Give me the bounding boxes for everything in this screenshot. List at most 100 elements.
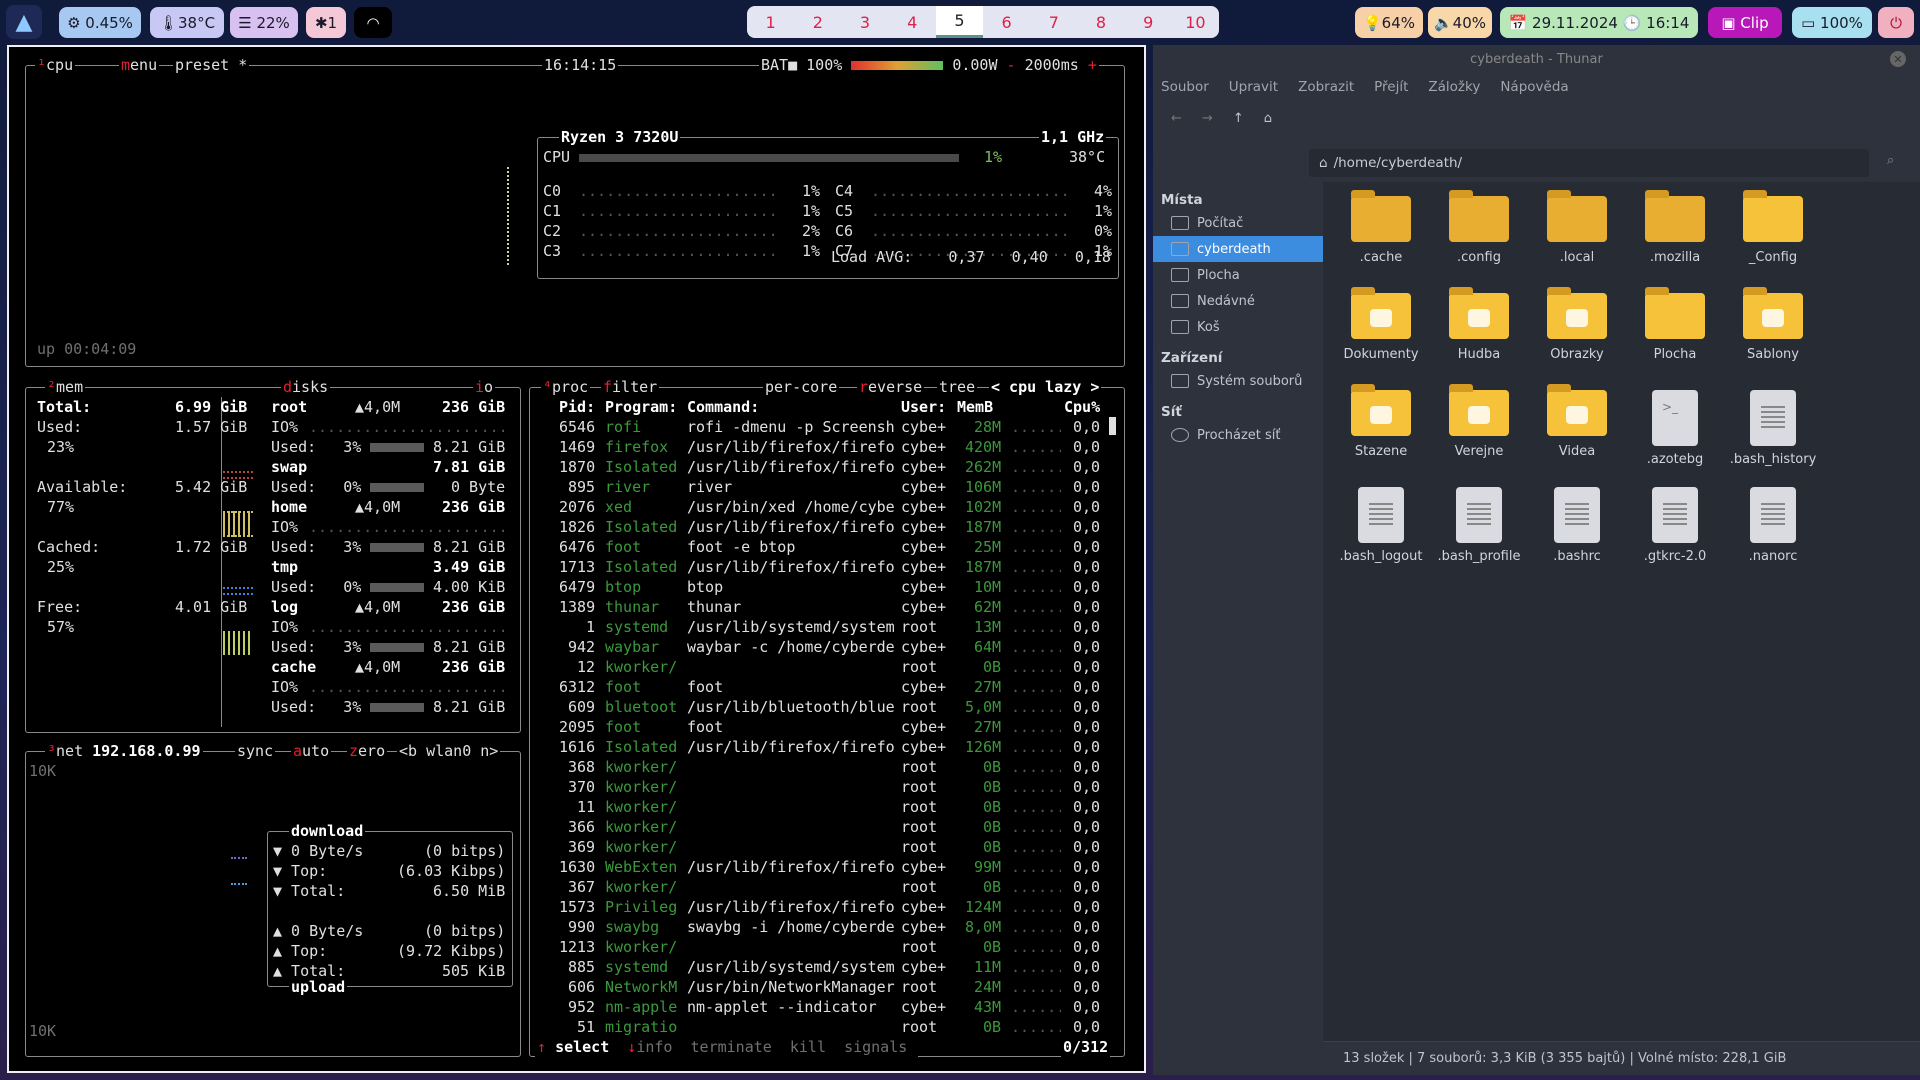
proc-percore[interactable]: per-core [765, 378, 837, 396]
power-button[interactable]: ⏻ [1878, 7, 1914, 38]
menu-nápověda[interactable]: Nápověda [1500, 79, 1568, 95]
workspace-2[interactable]: 2 [794, 6, 841, 38]
cpu-tab[interactable]: cpu [46, 56, 73, 74]
workspace-1[interactable]: 1 [747, 6, 794, 38]
search-icon[interactable]: ⌕ [1887, 153, 1894, 168]
disk-used-value: 8.21 GiB [433, 698, 506, 716]
file-item[interactable]: .bash_logout [1333, 487, 1429, 564]
sidebar-item-plocha[interactable]: Plocha [1153, 262, 1323, 288]
btop-terminal[interactable]: ¹cpu menu preset * 16:14:15 BAT■ 100% 0.… [7, 45, 1146, 1073]
file-item[interactable]: .config [1431, 190, 1527, 265]
back-icon[interactable]: ← [1171, 111, 1182, 126]
footer-signals[interactable]: signals [844, 1038, 916, 1056]
forward-icon[interactable]: → [1202, 111, 1213, 126]
clock-widget[interactable]: 📅 29.11.2024 🕒 16:14 [1500, 7, 1698, 38]
file-item[interactable]: .nanorc [1725, 487, 1821, 564]
battery-widget[interactable]: ▭ 100% [1792, 7, 1872, 38]
proc-program: xed [605, 498, 633, 516]
proc-header[interactable]: Program: [605, 397, 677, 417]
bluetooth-widget[interactable]: ✱ 1 [306, 7, 346, 38]
doc-line [1565, 523, 1589, 525]
footer-arrow: ↑ [537, 1038, 556, 1056]
workspace-3[interactable]: 3 [841, 6, 888, 38]
proc-mem: 0B [983, 818, 1002, 836]
file-item[interactable]: Obrazky [1529, 287, 1625, 362]
proc-scrollbar[interactable] [1109, 417, 1116, 435]
file-item[interactable]: >_ .azotebg [1627, 390, 1723, 467]
up-icon[interactable]: ↑ [1233, 111, 1244, 126]
footer-terminate[interactable]: terminate [691, 1038, 781, 1056]
file-item[interactable]: .local [1529, 190, 1625, 265]
temp-widget[interactable]: 🌡 38°C [150, 7, 224, 38]
sidebar-item-počítač[interactable]: Počítač [1153, 210, 1323, 236]
menu-soubor[interactable]: Soubor [1161, 79, 1209, 95]
proc-header[interactable]: Cpu% [1064, 397, 1100, 417]
proc-header[interactable]: User: [901, 397, 946, 417]
proc-tree[interactable]: tree [939, 378, 975, 396]
brightness-widget[interactable]: 💡 64% [1355, 7, 1423, 38]
proc-cpu: 0,0 [1073, 938, 1101, 956]
memory-widget[interactable]: ☰ 22% [230, 7, 298, 38]
menu-upravit[interactable]: Upravit [1229, 79, 1278, 95]
proc-pid: 12 [577, 658, 596, 676]
workspace-5[interactable]: 5 [935, 6, 984, 38]
disk-used: Used: 3% [271, 637, 425, 657]
proc-mem: 126M [965, 738, 1002, 756]
file-label: .local [1559, 250, 1595, 265]
location-bar[interactable]: ⌂ /home/cyberdeath/ [1309, 149, 1869, 177]
menu-zobrazit[interactable]: Zobrazit [1298, 79, 1354, 95]
menu-záložky[interactable]: Záložky [1428, 79, 1480, 95]
footer-kill[interactable]: kill [790, 1038, 835, 1056]
file-item[interactable]: Sablony [1725, 287, 1821, 362]
workspace-9[interactable]: 9 [1125, 6, 1172, 38]
sidebar-item-filesystem[interactable]: Systém souborů [1153, 368, 1323, 394]
workspace-4[interactable]: 4 [889, 6, 936, 38]
net-interface[interactable]: <b wlan0 n> [399, 742, 498, 760]
file-item[interactable]: .gtkrc-2.0 [1627, 487, 1723, 564]
close-button[interactable]: ✕ [1890, 51, 1906, 67]
file-item[interactable]: Hudba [1431, 287, 1527, 362]
net-sync[interactable]: sync [237, 742, 273, 760]
workspace-10[interactable]: 10 [1172, 6, 1219, 38]
file-item[interactable]: .mozilla [1627, 190, 1723, 265]
trash-icon [1171, 320, 1189, 334]
file-item[interactable]: .bash_profile [1431, 487, 1527, 564]
preset-button[interactable]: preset * [173, 56, 250, 74]
wifi-widget[interactable]: ◠ [354, 7, 392, 38]
workspace-8[interactable]: 8 [1077, 6, 1124, 38]
sidebar-item-koš[interactable]: Koš [1153, 314, 1323, 340]
proc-pid: 6479 [559, 578, 596, 596]
home-icon[interactable]: ⌂ [1264, 111, 1272, 126]
file-item[interactable]: Dokumenty [1333, 287, 1429, 362]
doc-line [1663, 513, 1687, 515]
file-item[interactable]: Videa [1529, 384, 1625, 459]
file-item[interactable]: Verejne [1431, 384, 1527, 459]
clipboard-widget[interactable]: ▣ Clip [1708, 7, 1782, 38]
proc-header[interactable]: Pid: [559, 397, 595, 417]
proc-header[interactable]: Command: [687, 397, 759, 417]
workspace-7[interactable]: 7 [1030, 6, 1077, 38]
volume-widget[interactable]: 🔈 40% [1428, 7, 1492, 38]
footer-select[interactable]: select [555, 1038, 618, 1056]
workspace-6[interactable]: 6 [983, 6, 1030, 38]
mem-used: 1.57 GiB [175, 418, 248, 436]
file-item[interactable]: .cache [1333, 190, 1429, 265]
proc-mem: 99M [974, 858, 1002, 876]
file-item[interactable]: .bash_history [1725, 390, 1821, 467]
file-item[interactable]: Stazene [1333, 384, 1429, 459]
devices-header: Zařízení [1161, 350, 1223, 366]
launcher-button[interactable]: ▲ [6, 5, 42, 39]
file-item[interactable]: .bashrc [1529, 487, 1625, 564]
sidebar-item-nedávné[interactable]: Nedávné [1153, 288, 1323, 314]
footer-info[interactable]: info [636, 1038, 681, 1056]
cpu-widget[interactable]: ⚙ 0.45% [59, 7, 141, 38]
sidebar-item-browse-network[interactable]: Procházet síť [1153, 422, 1323, 448]
proc-mem: 420M [965, 438, 1002, 456]
sidebar-item-cyberdeath[interactable]: cyberdeath [1153, 236, 1323, 262]
proc-sort[interactable]: < cpu lazy > [989, 377, 1102, 397]
file-item[interactable]: Plocha [1627, 287, 1723, 362]
proc-header[interactable]: MemB [957, 397, 993, 417]
proc-cpu-graph: ....... [1011, 718, 1061, 736]
menu-přejít[interactable]: Přejít [1374, 79, 1408, 95]
file-item[interactable]: _Config [1725, 190, 1821, 265]
